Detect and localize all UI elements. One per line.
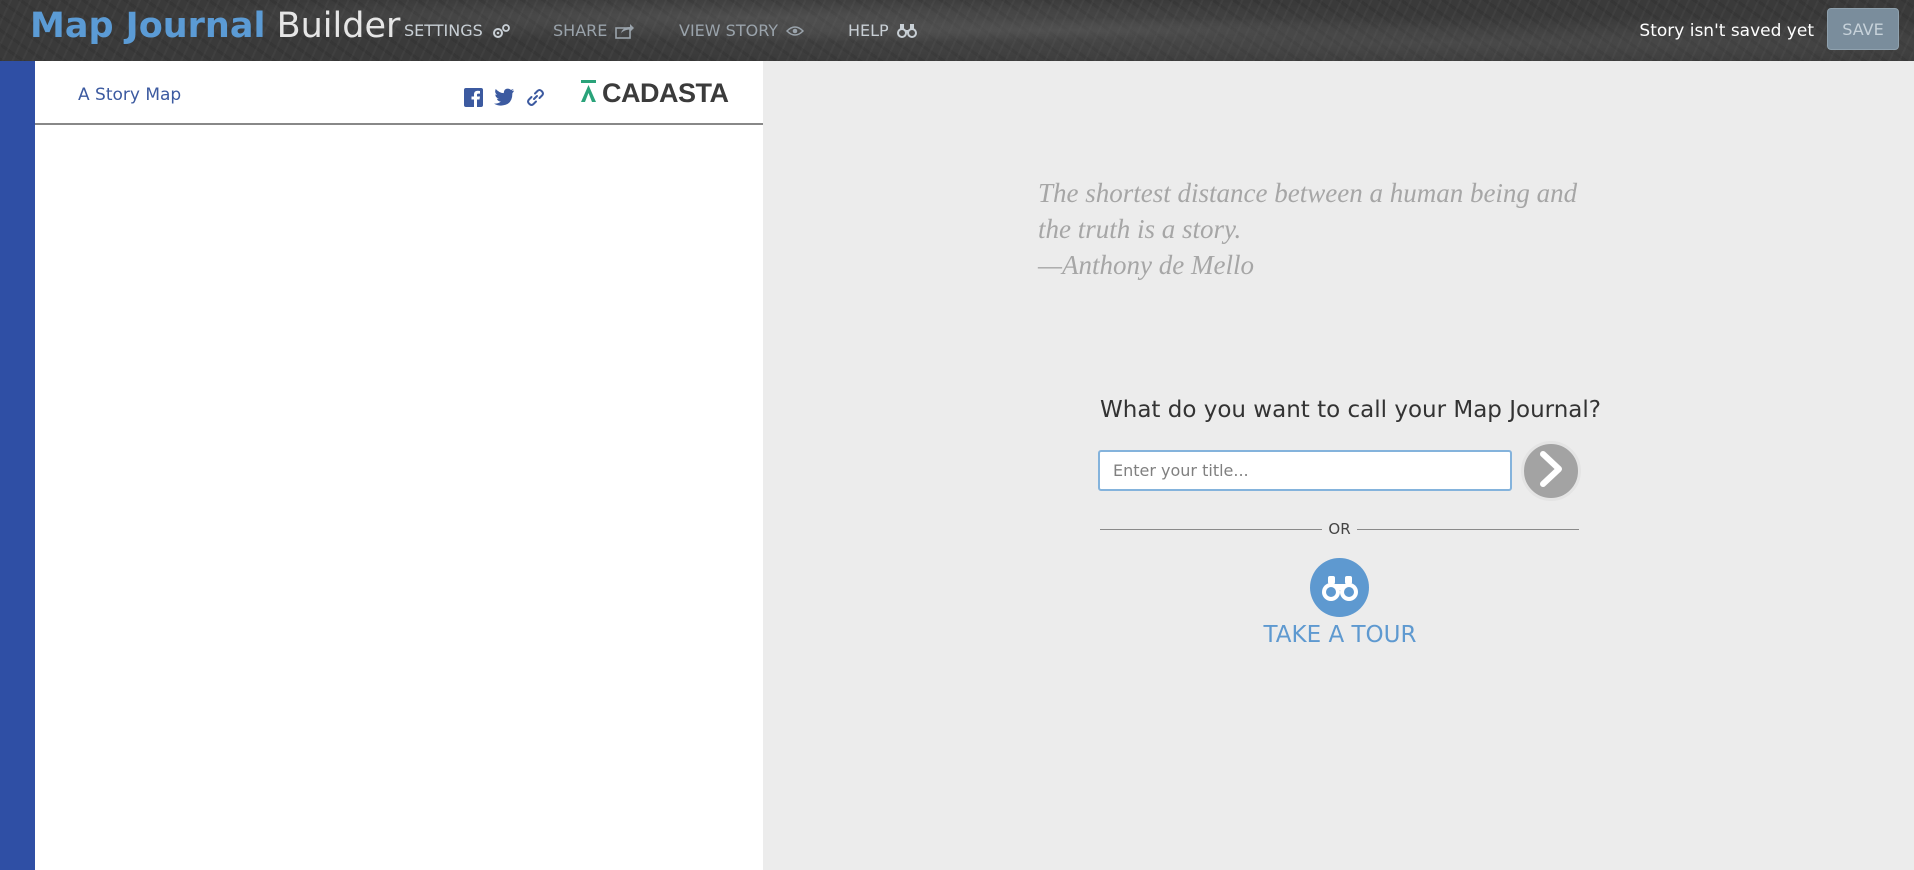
app-title-primary: Map Journal xyxy=(30,6,266,46)
side-panel-header: A Story Map CADASTA xyxy=(35,61,763,125)
app-title: Map Journal Builder xyxy=(30,4,400,48)
story-title[interactable]: A Story Map xyxy=(78,85,181,105)
take-a-tour-link[interactable]: TAKE A TOUR xyxy=(1220,622,1460,648)
left-accent-strip xyxy=(0,61,35,870)
share-label: SHARE xyxy=(553,21,608,40)
quote-line: The shortest distance between a human be… xyxy=(1038,178,1578,208)
share-icon xyxy=(615,23,635,39)
view-story-menu[interactable]: VIEW STORY xyxy=(679,0,805,61)
next-button[interactable] xyxy=(1521,441,1581,501)
app-title-secondary: Builder xyxy=(276,6,401,46)
title-input[interactable] xyxy=(1098,450,1512,491)
or-divider: OR xyxy=(1100,519,1580,539)
chevron-right-icon xyxy=(1537,451,1565,491)
link-icon[interactable] xyxy=(524,86,546,108)
cadasta-mark-icon xyxy=(580,80,597,106)
divider-line xyxy=(1100,528,1323,530)
save-status: Story isn't saved yet xyxy=(1639,20,1814,41)
cadasta-logo[interactable]: CADASTA xyxy=(580,78,729,108)
gears-icon xyxy=(491,23,511,39)
settings-menu[interactable]: SETTINGS xyxy=(404,0,511,61)
title-prompt: What do you want to call your Map Journa… xyxy=(1100,397,1601,423)
binoculars-icon xyxy=(896,23,917,39)
settings-label: SETTINGS xyxy=(404,21,483,40)
or-label: OR xyxy=(1328,520,1351,538)
view-story-label: VIEW STORY xyxy=(679,21,779,40)
save-button[interactable]: SAVE xyxy=(1827,8,1899,50)
top-bar: Map Journal Builder SETTINGS SHARE VIEW … xyxy=(0,0,1914,61)
quote-author: —Anthony de Mello xyxy=(1038,250,1254,280)
quote-line: the truth is a story. xyxy=(1038,214,1242,244)
side-panel: A Story Map CADASTA xyxy=(35,61,763,870)
divider-line xyxy=(1356,528,1580,530)
binoculars-icon[interactable] xyxy=(1310,558,1369,617)
help-menu[interactable]: HELP xyxy=(848,0,917,61)
eye-icon xyxy=(786,24,805,38)
intro-quote: The shortest distance between a human be… xyxy=(1038,175,1638,283)
help-label: HELP xyxy=(848,21,889,40)
facebook-icon[interactable] xyxy=(462,86,484,108)
cadasta-logo-text: CADASTA xyxy=(602,77,729,108)
share-menu[interactable]: SHARE xyxy=(553,0,635,61)
twitter-icon[interactable] xyxy=(493,86,515,108)
